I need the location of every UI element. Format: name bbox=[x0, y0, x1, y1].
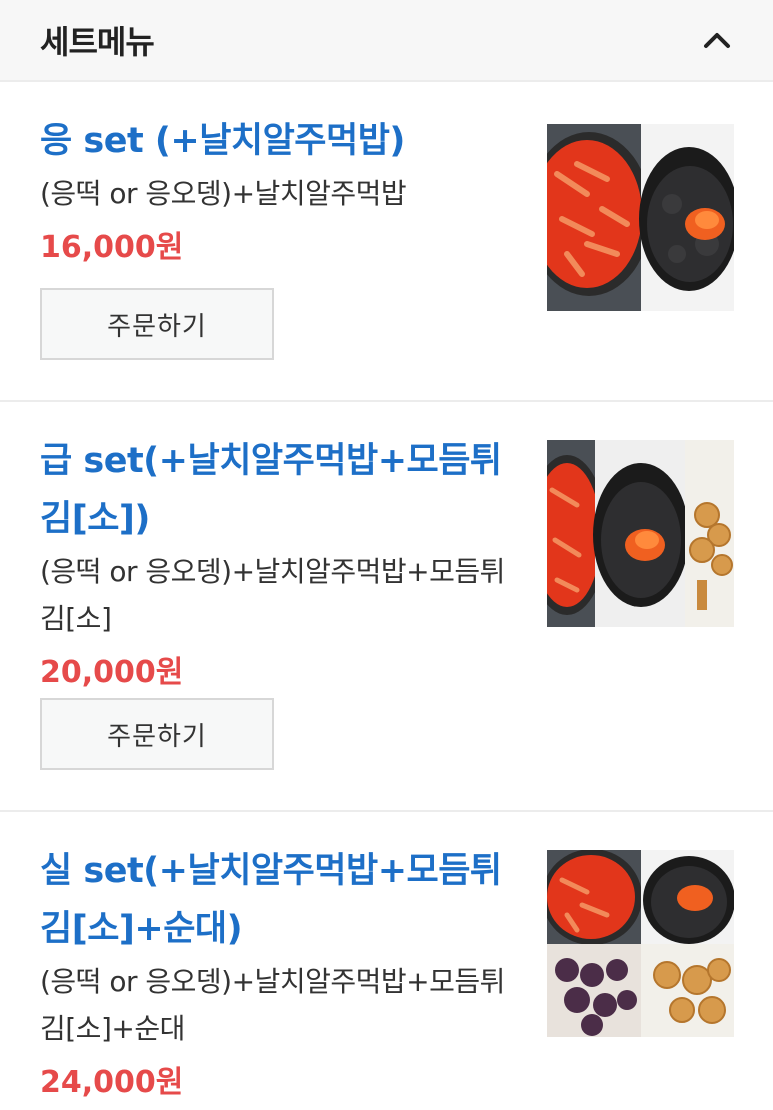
menu-item-image[interactable] bbox=[547, 850, 734, 1037]
menu-item[interactable]: 실 set(+날치알주먹밥+모듬튀김[소]+순대) (응떡 or 응오뎅)+날치… bbox=[0, 812, 773, 1103]
menu-item-image[interactable] bbox=[547, 440, 734, 627]
section-header[interactable]: 세트메뉴 bbox=[0, 0, 773, 82]
order-button[interactable]: 주문하기 bbox=[40, 288, 274, 360]
menu-item-description: (응떡 or 응오뎅)+날치알주먹밥+모듬튀김[소] bbox=[40, 555, 505, 635]
chevron-up-icon[interactable] bbox=[699, 22, 735, 58]
menu-item-description: (응떡 or 응오뎅)+날치알주먹밥 bbox=[40, 177, 407, 210]
menu-item-name[interactable]: 급 set(+날치알주먹밥+모듬튀김[소]) bbox=[40, 432, 510, 548]
menu-item-price: 24,000원 bbox=[40, 1065, 184, 1100]
menu-item-name[interactable]: 실 set(+날치알주먹밥+모듬튀김[소]+순대) bbox=[40, 842, 510, 958]
menu-item-image[interactable] bbox=[547, 124, 734, 311]
menu-item[interactable]: 응 set (+날치알주먹밥) (응떡 or 응오뎅)+날치알주먹밥 16,00… bbox=[0, 82, 773, 402]
menu-item-description: (응떡 or 응오뎅)+날치알주먹밥+모듬튀김[소]+순대 bbox=[40, 965, 505, 1045]
menu-item-price: 20,000원 bbox=[40, 655, 184, 690]
order-button[interactable]: 주문하기 bbox=[40, 698, 274, 770]
menu-item[interactable]: 급 set(+날치알주먹밥+모듬튀김[소]) (응떡 or 응오뎅)+날치알주먹… bbox=[0, 402, 773, 812]
menu-item-name[interactable]: 응 set (+날치알주먹밥) bbox=[40, 112, 510, 170]
section-title: 세트메뉴 bbox=[40, 23, 155, 61]
menu-item-price: 16,000원 bbox=[40, 230, 184, 265]
